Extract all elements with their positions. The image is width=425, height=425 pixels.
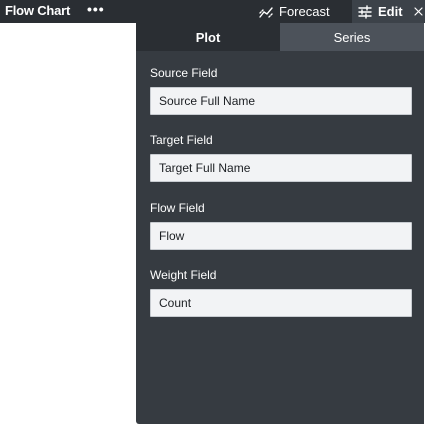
more-horizontal-icon[interactable]: ••• [87,1,105,17]
tab-series[interactable]: Series [280,23,424,51]
flow-field-group: Flow Field [150,201,412,250]
panel-tabs: Plot Series [136,23,424,51]
weight-field-label: Weight Field [150,268,217,282]
tune-sliders-icon [358,4,372,19]
top-bar: Flow Chart ••• Forecast Edit [0,0,425,23]
flow-field-label: Flow Field [150,201,205,215]
target-field-input[interactable] [150,154,412,182]
source-field-input[interactable] [150,87,412,115]
flow-field-input[interactable] [150,222,412,250]
edit-panel: Plot Series Source Field Target Field Fl… [136,23,424,424]
app-title: Flow Chart [5,3,71,18]
forecast-trend-icon [259,6,273,18]
source-field-group: Source Field [150,66,412,115]
edit-label: Edit [378,4,403,19]
target-field-label: Target Field [150,133,213,147]
forecast-button[interactable]: Forecast [259,0,330,23]
forecast-label: Forecast [279,4,330,19]
source-field-label: Source Field [150,66,218,80]
weight-field-input[interactable] [150,289,412,317]
close-icon[interactable] [413,7,423,16]
tab-plot[interactable]: Plot [136,23,280,51]
target-field-group: Target Field [150,133,412,182]
edit-button[interactable]: Edit [352,0,425,23]
weight-field-group: Weight Field [150,268,412,317]
